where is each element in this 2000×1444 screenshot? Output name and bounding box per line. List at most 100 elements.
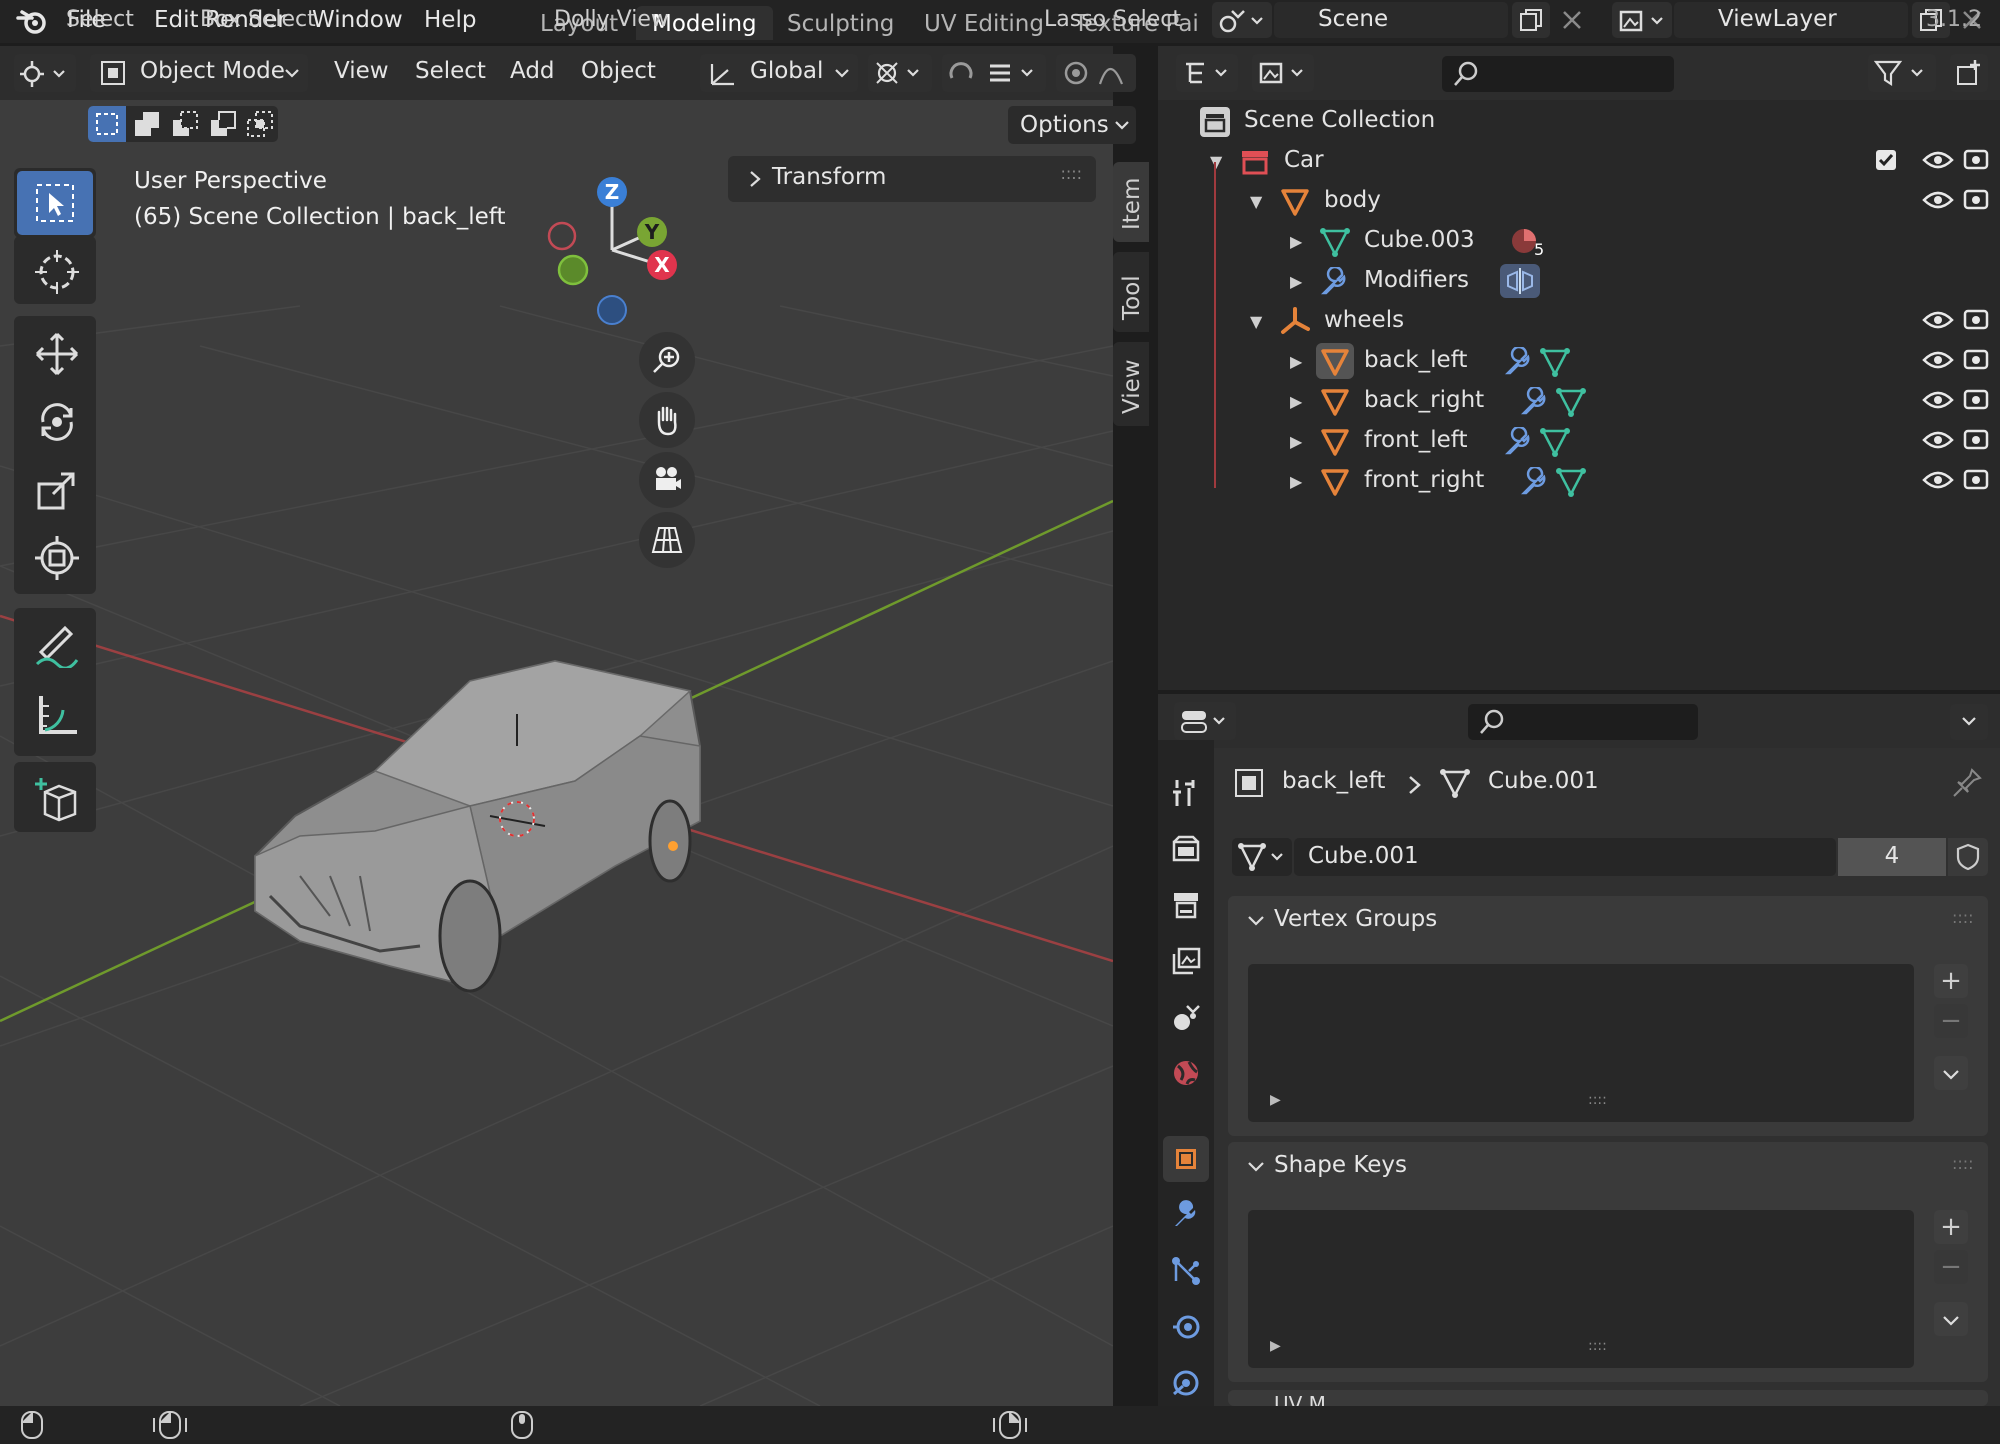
navigation-gizmo[interactable]: Z Y X — [540, 170, 690, 330]
particles-tab-icon[interactable] — [1163, 1248, 1209, 1294]
menu-select[interactable]: Select — [415, 58, 486, 84]
chevron-down-icon[interactable] — [1246, 1160, 1266, 1174]
outliner-row-front-right[interactable]: ▶ front_right — [1158, 462, 2000, 502]
expand-triangle-icon[interactable]: ▼ — [1250, 312, 1262, 331]
world-tab-icon[interactable] — [1163, 1050, 1209, 1096]
panel-grip-icon[interactable]: :::: — [1060, 164, 1082, 183]
camera-render-icon[interactable] — [1954, 144, 1984, 174]
panel-grip-icon[interactable]: :::: — [1952, 908, 1974, 927]
side-tab-view[interactable]: View — [1113, 342, 1149, 426]
menu-window[interactable]: Window — [312, 0, 403, 43]
remove-vertex-group-button[interactable]: − — [1934, 1004, 1968, 1038]
menu-edit[interactable]: Edit — [154, 0, 199, 43]
delete-scene-icon[interactable] — [1560, 8, 1584, 38]
zoom-icon[interactable] — [639, 332, 695, 388]
eye-icon[interactable] — [1916, 144, 1952, 174]
select-subtract-icon[interactable] — [166, 106, 204, 142]
cursor-tool[interactable] — [17, 238, 93, 302]
chevron-down-icon[interactable] — [1246, 914, 1266, 928]
side-tab-item[interactable]: Item — [1113, 162, 1149, 242]
expand-triangle-icon[interactable]: ▶ — [1290, 392, 1302, 411]
tab-sculpting[interactable]: Sculpting — [771, 6, 910, 40]
list-filter-triangle-icon[interactable]: ▶ — [1270, 1092, 1281, 1108]
editor-type-button[interactable] — [14, 54, 76, 92]
outliner-row-front-left[interactable]: ▶ front_left — [1158, 422, 2000, 462]
add-cube-tool[interactable] — [17, 766, 93, 830]
add-shape-key-button[interactable]: + — [1934, 1210, 1968, 1244]
outliner-row-cube-003[interactable]: ▶ Cube.003 5 — [1158, 222, 2000, 262]
select-set-new-icon[interactable] — [88, 106, 126, 142]
options-dropdown[interactable]: Options — [1008, 106, 1136, 144]
shape-keys-list[interactable]: ▶ :::: — [1248, 1210, 1914, 1368]
expand-triangle-icon[interactable]: ▶ — [1290, 272, 1302, 291]
expand-triangle-icon[interactable]: ▼ — [1210, 152, 1222, 171]
shape-keys-title[interactable]: Shape Keys — [1274, 1152, 1407, 1178]
add-vertex-group-button[interactable]: + — [1934, 964, 1968, 998]
measure-tool[interactable] — [17, 682, 93, 746]
menu-help[interactable]: Help — [424, 0, 476, 43]
pivot-point-dropdown[interactable] — [868, 54, 932, 92]
list-resize-grip-icon[interactable]: :::: — [1588, 1092, 1607, 1108]
transform-tool[interactable] — [17, 524, 93, 588]
modifier-tab-icon[interactable] — [1163, 1192, 1209, 1238]
camera-view-icon[interactable] — [639, 452, 695, 508]
list-resize-grip-icon[interactable]: :::: — [1588, 1338, 1607, 1354]
filter-dropdown[interactable] — [1868, 54, 1936, 92]
shape-key-specials-button[interactable] — [1934, 1302, 1968, 1336]
mesh-datablock-name-field[interactable]: Cube.001 — [1294, 838, 1836, 876]
output-tab-icon[interactable] — [1163, 882, 1209, 928]
render-tab-icon[interactable] — [1163, 826, 1209, 872]
remove-shape-key-button[interactable]: − — [1934, 1250, 1968, 1284]
scene-type-button[interactable] — [1212, 2, 1272, 38]
menu-add[interactable]: Add — [510, 58, 555, 84]
select-intersect-icon[interactable] — [242, 106, 278, 142]
expand-triangle-icon[interactable]: ▶ — [1290, 472, 1302, 491]
user-count-field[interactable]: 4 — [1838, 838, 1946, 876]
vertex-groups-title[interactable]: Vertex Groups — [1274, 906, 1437, 932]
ortho-grid-icon[interactable] — [639, 512, 695, 568]
blender-logo-icon[interactable] — [16, 6, 48, 36]
outliner-row-modifiers[interactable]: ▶ Modifiers — [1158, 262, 2000, 302]
scene-name-field[interactable]: Scene — [1274, 2, 1508, 38]
move-tool[interactable] — [17, 320, 93, 384]
outliner-row-body[interactable]: ▼ body — [1158, 182, 2000, 222]
expand-triangle-icon[interactable]: ▶ — [1290, 232, 1302, 251]
outliner-row-back-right[interactable]: ▶ back_right — [1158, 382, 2000, 422]
vertex-groups-list[interactable]: ▶ :::: — [1248, 964, 1914, 1122]
menu-object[interactable]: Object — [581, 58, 656, 84]
exclude-checkbox[interactable] — [1876, 150, 1896, 170]
physics-tab-icon[interactable] — [1163, 1304, 1209, 1350]
select-box-tool[interactable] — [17, 171, 93, 235]
vertex-group-specials-button[interactable] — [1934, 1056, 1968, 1090]
properties-editor-type-button[interactable] — [1174, 702, 1236, 740]
menu-view[interactable]: View — [334, 58, 389, 84]
scene-tab-icon[interactable] — [1163, 994, 1209, 1040]
view-layer-tab-icon[interactable] — [1163, 938, 1209, 984]
constraints-tab-icon[interactable] — [1163, 1360, 1209, 1406]
outliner-search-input[interactable] — [1442, 56, 1674, 92]
car-model[interactable] — [254, 659, 701, 993]
tab-uv-editing[interactable]: UV Editing — [908, 6, 1060, 40]
pan-hand-icon[interactable] — [639, 392, 695, 448]
outliner-row-back-left[interactable]: ▶ back_left — [1158, 342, 2000, 382]
properties-options-dropdown[interactable] — [1950, 704, 1988, 740]
mirror-modifier-icon[interactable] — [1500, 264, 1540, 298]
expand-triangle-icon[interactable]: ▼ — [1250, 192, 1262, 211]
object-mode-dropdown[interactable]: Object Mode — [90, 54, 308, 92]
annotate-tool[interactable] — [17, 612, 93, 676]
display-mode-button[interactable] — [1252, 54, 1314, 92]
properties-search-input[interactable] — [1468, 704, 1698, 740]
side-tab-tool[interactable]: Tool — [1113, 252, 1149, 332]
outliner-scene-collection[interactable]: Scene Collection — [1158, 102, 2000, 142]
object-tab-icon[interactable] — [1163, 1136, 1209, 1182]
new-scene-icon[interactable] — [1512, 2, 1550, 38]
select-extend-icon[interactable] — [128, 106, 166, 142]
tool-settings-tab-icon[interactable] — [1163, 770, 1209, 816]
expand-triangle-icon[interactable]: ▶ — [1290, 352, 1302, 371]
view-layer-field[interactable]: ViewLayer — [1674, 2, 1908, 38]
transform-orientation-dropdown[interactable]: Global — [700, 54, 858, 92]
outliner-row-car[interactable]: ▼ Car — [1158, 142, 2000, 182]
rotate-tool[interactable] — [17, 388, 93, 452]
uv-maps-panel[interactable]: UV M — [1228, 1390, 1988, 1406]
list-filter-triangle-icon[interactable]: ▶ — [1270, 1338, 1281, 1354]
